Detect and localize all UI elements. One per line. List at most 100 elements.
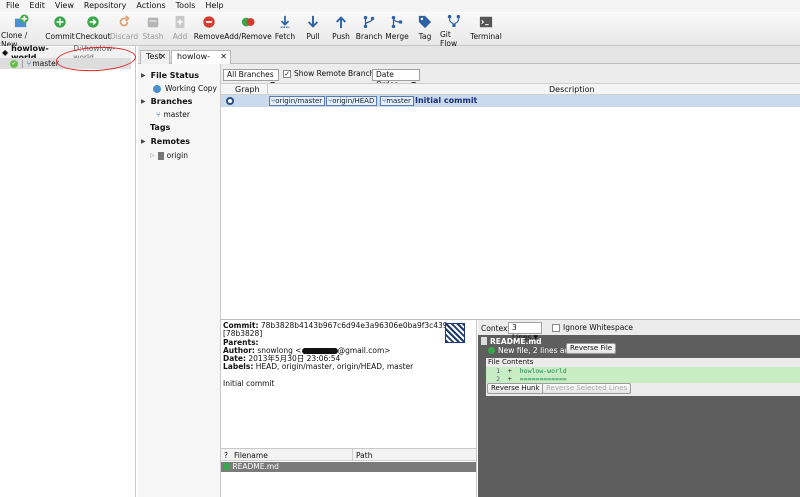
tag-button[interactable]: Tag [416, 14, 434, 44]
label-origin-head: ⑂origin/HEAD [326, 96, 378, 106]
close-icon[interactable]: ✕ [159, 51, 166, 63]
description-column-header[interactable]: Description [549, 85, 595, 94]
diff-toolbar: Context: 3 Lines ▼ Ignore Whitespace [478, 320, 800, 342]
nav-file-status[interactable]: ▶ File Status [141, 71, 199, 80]
commit-row[interactable]: ⑂origin/master ⑂origin/HEAD ⑂master Init… [221, 95, 800, 107]
branches-filter-select[interactable]: All Branches ▼ [223, 69, 279, 88]
tag-icon [417, 14, 433, 30]
stash-button[interactable]: Stash [140, 14, 166, 44]
nav-branches[interactable]: ▶ Branches [141, 97, 192, 106]
git-flow-button[interactable]: Git Flow [440, 14, 468, 48]
label-master: ⑂master [380, 96, 414, 106]
separator: | [21, 59, 24, 68]
repo-diamond-icon: ◆ [2, 48, 9, 57]
add-remove-icon [240, 14, 256, 30]
context-lines-select[interactable]: 3 Lines ▼ [508, 322, 542, 342]
commit-button[interactable]: Commit [45, 14, 75, 44]
menu-edit[interactable]: Edit [24, 0, 50, 12]
menu-tools[interactable]: Tools [171, 0, 201, 12]
ignore-whitespace-checkbox[interactable]: Ignore Whitespace [552, 323, 633, 332]
tab-bar: Test ✕ howlow-world ✕ [138, 46, 800, 73]
expand-triangle-icon: ▶ [141, 72, 146, 79]
menu-help[interactable]: Help [200, 0, 228, 12]
label-origin-master: ⑂origin/master [269, 96, 326, 106]
fetch-button[interactable]: Fetch [273, 14, 297, 44]
clone-icon [13, 14, 29, 29]
expand-triangle-icon: ▶ [141, 138, 146, 145]
remove-button[interactable]: Remove [194, 14, 224, 44]
reverse-selected-lines-button[interactable]: Reverse Selected Lines [542, 383, 632, 394]
clean-status-icon: ✓ [10, 59, 18, 68]
commit-log-panel: All Branches ▼ ✓ Show Remote Branches Da… [221, 64, 800, 320]
discard-button[interactable]: Discard [110, 14, 138, 44]
menu-actions[interactable]: Actions [131, 0, 170, 12]
checkbox-checked-icon: ✓ [283, 69, 291, 78]
clone-new-button[interactable]: Clone / New [1, 14, 41, 49]
reverse-file-button[interactable]: Reverse File [566, 343, 617, 354]
push-icon [333, 14, 349, 30]
file-list-header: ? Filename Path [221, 449, 476, 461]
pull-icon [305, 14, 321, 30]
add-button[interactable]: Add [169, 14, 191, 44]
stash-icon [145, 14, 161, 30]
branch-icon: ⑂ [26, 59, 32, 68]
column-divider [352, 449, 353, 461]
diff-line[interactable]: 1 + howlow-world [486, 367, 800, 375]
diff-file-header: README.md New file, 2 lines added [480, 336, 798, 356]
merge-icon [389, 14, 405, 30]
redacted-email [301, 347, 338, 354]
column-divider [267, 84, 268, 95]
nav-working-copy[interactable]: Working Copy [153, 84, 217, 93]
commit-icon [52, 14, 68, 30]
merge-button[interactable]: Merge [385, 14, 409, 44]
graph-column-header[interactable]: Graph [235, 85, 260, 94]
push-button[interactable]: Push [330, 14, 352, 44]
remote-icon [157, 151, 164, 160]
order-select[interactable]: Date Order ▼ [372, 69, 420, 89]
changed-files-panel: ? Filename Path README.md [221, 448, 477, 497]
commit-node-icon [226, 97, 234, 105]
file-row[interactable]: README.md [221, 462, 476, 472]
nav-remote-origin[interactable]: ▷ origin [150, 151, 188, 160]
add-remove-button[interactable]: Add/Remove [224, 14, 272, 44]
close-icon[interactable]: ✕ [220, 51, 227, 63]
menu-bar: File Edit View Repository Actions Tools … [0, 0, 800, 12]
branch-icon: ⑂ [156, 110, 161, 119]
log-column-header: Graph Description [221, 83, 800, 95]
toolbar: Clone / New Commit Checkout Discard Stas… [0, 12, 800, 49]
diff-line[interactable]: 2 + ============ [486, 375, 800, 383]
menu-view[interactable]: View [50, 0, 79, 12]
commit-message: Initial commit [415, 96, 478, 105]
menu-file[interactable]: File [1, 0, 24, 12]
author-avatar [445, 323, 465, 343]
terminal-button[interactable]: Terminal [470, 14, 502, 44]
commit-hash-line: Commit: 78b3828b4143b967c6d94e3a96306e0b… [223, 321, 448, 339]
labels-line: Labels: HEAD, origin/master, origin/HEAD… [223, 362, 414, 372]
remove-icon [201, 14, 217, 30]
show-remote-branches-checkbox[interactable]: ✓ Show Remote Branches [283, 69, 383, 78]
branch-icon [361, 14, 377, 30]
log-filter-bar: All Branches ▼ ✓ Show Remote Branches Da… [221, 64, 800, 89]
repo-branch-name: master [32, 59, 59, 68]
collapse-arrow-icon: ▷ [150, 152, 155, 159]
terminal-icon [478, 14, 494, 30]
file-icon [481, 337, 487, 345]
tab-howlow-world[interactable]: howlow-world ✕ [171, 50, 231, 73]
checkout-button[interactable]: Checkout [75, 14, 111, 44]
git-flow-icon [446, 14, 462, 28]
checkbox-unchecked-icon [552, 323, 560, 332]
reverse-hunk-button[interactable]: Reverse Hunk [487, 383, 544, 394]
nav-tags[interactable]: Tags [150, 123, 170, 132]
commit-body: Initial commit [223, 378, 275, 388]
commit-details-panel: Commit: 78b3828b4143b967c6d94e3a96306e0b… [221, 320, 477, 448]
nav-remotes[interactable]: ▶ Remotes [141, 137, 190, 146]
pull-button[interactable]: Pull [302, 14, 324, 44]
navigation-panel: ▶ File Status Working Copy ▶ Branches ⑂ … [138, 64, 221, 497]
added-icon [488, 347, 495, 354]
file-added-icon [223, 463, 230, 470]
menu-repository[interactable]: Repository [79, 0, 132, 12]
nav-branch-master[interactable]: ⑂ master [156, 110, 190, 119]
checkout-icon [85, 14, 101, 30]
tab-test[interactable]: Test ✕ [140, 50, 170, 64]
branch-button[interactable]: Branch [356, 14, 382, 44]
